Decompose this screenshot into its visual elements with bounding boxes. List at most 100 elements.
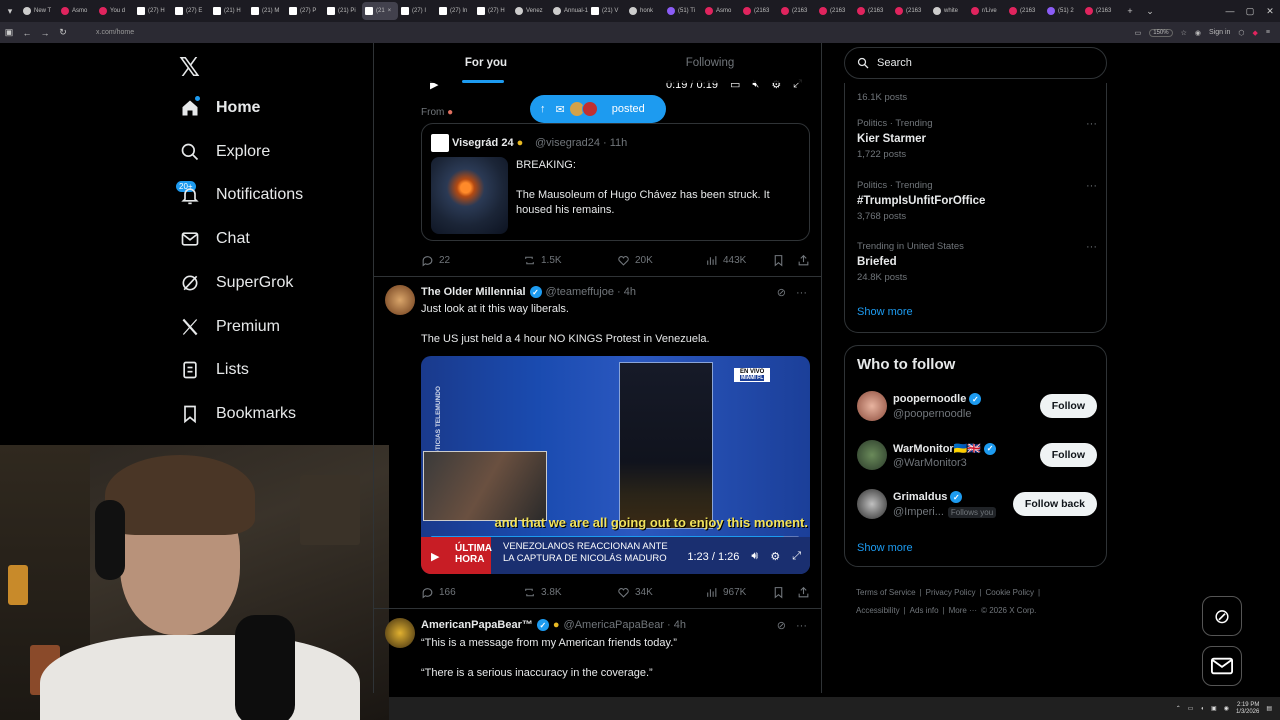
tray-chevron-icon[interactable]: ⌃ [1176, 705, 1181, 712]
sidebar-item-bookmarks[interactable]: Bookmarks [180, 400, 296, 428]
tab-following[interactable]: Following [598, 43, 821, 83]
tab-dropdown-icon[interactable]: ⌄ [1140, 6, 1160, 17]
footer-link[interactable]: Terms of Service [856, 588, 916, 597]
browser-tab[interactable]: (27) E [172, 2, 210, 20]
browser-tab[interactable]: r/Live [968, 2, 1006, 20]
more-icon[interactable]: ··· [796, 287, 807, 299]
browser-tab[interactable]: honk [626, 2, 664, 20]
sidebar-item-supergrok[interactable]: SuperGrok [180, 269, 293, 297]
sidebar-item-home[interactable]: Home [180, 94, 260, 122]
app-tray-icon[interactable]: ◉ [1224, 705, 1229, 712]
browser-tab[interactable]: (2163 [1006, 2, 1044, 20]
bookmark-icon[interactable] [772, 254, 785, 267]
browser-tab[interactable]: (2163 [1082, 2, 1120, 20]
show-more-link[interactable]: Show more [857, 306, 913, 318]
share-icon[interactable] [797, 586, 810, 599]
views-button[interactable]: 443K [705, 254, 765, 267]
views-button[interactable]: 967K [705, 586, 765, 599]
browser-tab[interactable]: (21) M [248, 2, 286, 20]
clock[interactable]: 2:19 PM 1/3/2026 [1236, 702, 1259, 716]
footer-link[interactable]: Accessibility [856, 606, 900, 615]
browser-tab[interactable]: (51) 2 [1044, 2, 1082, 20]
footer-link[interactable]: Cookie Policy [986, 588, 1034, 597]
play-icon[interactable]: ▶ [431, 550, 439, 563]
suggestion-name[interactable]: poopernoodle ✓ [893, 393, 982, 405]
grok-icon[interactable]: ⊘ [777, 619, 786, 632]
account-icon[interactable]: ◉ [1195, 29, 1201, 37]
browser-tab[interactable]: (21) V [588, 2, 626, 20]
avatar[interactable] [857, 391, 887, 421]
browser-tab[interactable]: Venez [512, 2, 550, 20]
network-icon[interactable]: ▭ [1188, 705, 1194, 712]
browser-tab[interactable]: Asmo [702, 2, 740, 20]
author-handle[interactable]: @AmericaPapaBear · 4h [564, 619, 686, 631]
footer-link[interactable]: © 2026 X Corp. [981, 606, 1036, 615]
avatar[interactable] [385, 618, 415, 648]
tab-for-you[interactable]: For you [374, 43, 598, 83]
sidebar-item-chat[interactable]: Chat [180, 225, 250, 253]
suggestion-name[interactable]: WarMonitor🇺🇦🇬🇧 ✓ [893, 442, 997, 455]
trend-item[interactable]: Politics · Trending Kier Starmer 1,722 pos… [857, 118, 1097, 160]
browser-tab[interactable]: (2163 [854, 2, 892, 20]
reply-button[interactable]: 22 [421, 254, 481, 267]
footer-link[interactable]: More ··· [949, 606, 977, 615]
footer-link[interactable]: Ads info [910, 606, 939, 615]
follow-suggestion[interactable]: WarMonitor🇺🇦🇬🇧 ✓ @WarMonitor3 Follow [857, 440, 1097, 472]
footer-link[interactable]: Privacy Policy [926, 588, 976, 597]
browser-tab[interactable]: New T [20, 2, 58, 20]
more-icon[interactable]: ··· [1086, 180, 1097, 192]
volume-icon[interactable]: ◖ [1200, 706, 1204, 712]
browser-tab[interactable]: white [930, 2, 968, 20]
more-icon[interactable]: ··· [1086, 241, 1097, 253]
share-icon[interactable] [797, 254, 810, 267]
follow-button[interactable]: Follow back [1012, 492, 1097, 516]
browser-tab[interactable]: (2163 [778, 2, 816, 20]
browser-tab[interactable]: (27) P [286, 2, 324, 20]
browser-tab[interactable]: (27) In [436, 2, 474, 20]
browser-tab[interactable]: (27) H [134, 2, 172, 20]
bookmark-star-icon[interactable]: ☆ [1181, 29, 1187, 37]
quote-thumbnail[interactable] [431, 157, 508, 234]
messages-fab[interactable] [1202, 646, 1242, 686]
avatar[interactable] [857, 489, 887, 519]
back-icon[interactable]: ← [18, 28, 36, 38]
minimize-icon[interactable]: — [1220, 6, 1240, 16]
new-posts-pill[interactable]: ↑ ✉ posted [530, 95, 666, 123]
volume-icon[interactable]: 🔊︎ [751, 550, 758, 563]
browser-tab[interactable]: (2163 [740, 2, 778, 20]
sidebar-item-premium[interactable]: Premium [180, 313, 280, 341]
maximize-icon[interactable]: ▢ [1240, 6, 1260, 17]
follow-suggestion[interactable]: Grimaldus ✓ @Imperi... Follows you Follow ba… [857, 489, 1097, 521]
browser-tab[interactable]: (2163 [892, 2, 930, 20]
fullscreen-icon[interactable]: ⤢ [792, 550, 801, 563]
quote-author-name[interactable]: Visegrád 24 ● [452, 137, 523, 149]
address-bar[interactable]: x.com/home [96, 29, 134, 36]
app-tray-icon[interactable]: ▣ [1211, 705, 1217, 712]
new-tab-icon[interactable]: + [1120, 6, 1140, 16]
extension-badge-icon[interactable]: ◆ [1253, 29, 1258, 37]
more-icon[interactable]: ··· [796, 620, 807, 632]
browser-tab[interactable]: Annual-1 [550, 2, 588, 20]
browser-tab[interactable]: (21) Pi [324, 2, 362, 20]
author-handle[interactable]: @teameffujoe · 4h [546, 286, 636, 298]
browser-tab[interactable]: (21) H [210, 2, 248, 20]
reply-button[interactable]: 166 [421, 586, 481, 599]
sidebar-item-notifications[interactable]: Notifications [180, 181, 303, 209]
browser-tab[interactable]: (27) I [398, 2, 436, 20]
bookmark-icon[interactable] [772, 586, 785, 599]
follow-button[interactable]: Follow [1039, 443, 1097, 467]
forward-icon[interactable]: → [36, 28, 54, 38]
trend-item[interactable]: Trending in United States Briefed 24.8K po… [857, 241, 1097, 283]
more-icon[interactable]: ··· [1086, 118, 1097, 130]
avatar[interactable] [857, 440, 887, 470]
repost-button[interactable]: 1.5K [523, 254, 583, 267]
show-more-link[interactable]: Show more [857, 542, 913, 554]
close-window-icon[interactable]: ✕ [1260, 6, 1280, 17]
author-name[interactable]: AmericanPapaBear™ [421, 619, 533, 631]
zoom-level[interactable]: 150% [1149, 28, 1173, 37]
settings-icon[interactable]: ⚙ [770, 550, 780, 563]
search-input[interactable]: Search [844, 47, 1107, 79]
tab-close-icon[interactable]: × [388, 8, 392, 14]
tab-list-icon[interactable]: ▾ [0, 6, 20, 17]
quoted-post[interactable]: Visegrád 24 ● @visegrad24 · 11h BREAKING… [421, 123, 810, 241]
